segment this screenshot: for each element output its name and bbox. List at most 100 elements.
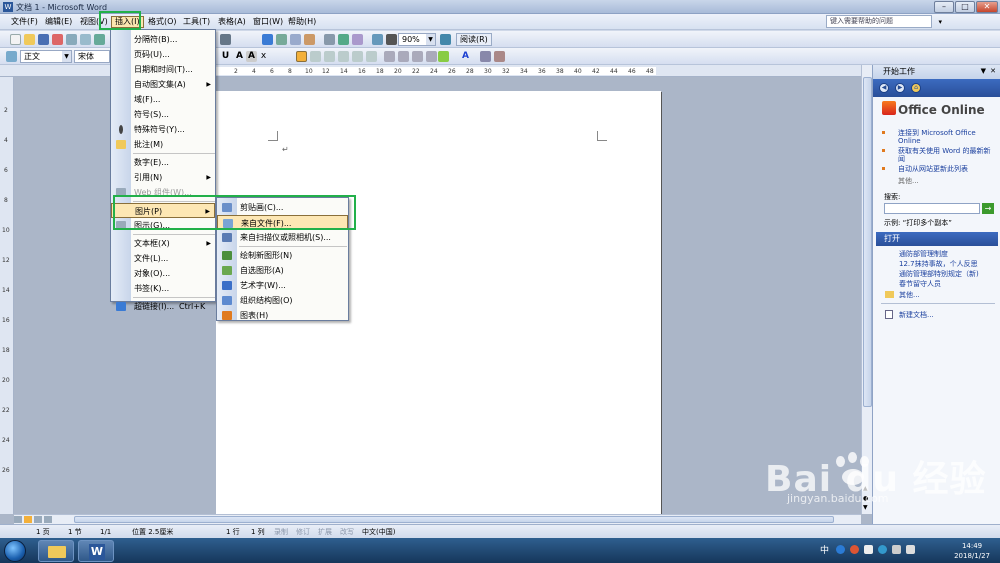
picture-menu-item[interactable]: 自选图形(A) — [217, 263, 348, 278]
tray-icon[interactable] — [864, 545, 873, 554]
picture-menu-item[interactable]: 艺术字(W)... — [217, 278, 348, 293]
tables-borders-icon[interactable] — [276, 34, 287, 45]
numbering-icon[interactable] — [384, 51, 395, 62]
hscroll-thumb[interactable] — [74, 516, 834, 523]
show-hide-icon[interactable] — [372, 34, 383, 45]
word-app-icon[interactable]: W — [3, 2, 13, 12]
search-go-icon[interactable]: → — [982, 203, 994, 214]
outline-view-icon[interactable] — [44, 516, 52, 523]
tray-icon[interactable] — [850, 545, 859, 554]
insert-menu-item[interactable]: 符号(S)... — [111, 107, 215, 122]
back-icon[interactable]: ◀ — [879, 83, 889, 93]
menu-edit[interactable]: 编辑(E) — [42, 16, 75, 28]
start-button[interactable] — [4, 540, 26, 562]
hyperlink-toolbar-icon[interactable] — [262, 34, 273, 45]
recent-file[interactable]: 春节留守人员 — [899, 280, 999, 288]
justify-icon[interactable] — [338, 51, 349, 62]
columns-icon[interactable] — [324, 34, 335, 45]
explorer-taskbar-icon[interactable] — [38, 540, 74, 562]
open-icon[interactable] — [24, 34, 35, 45]
insert-menu-item[interactable]: 文件(L)... — [111, 251, 215, 266]
picture-menu-item[interactable]: 绘制新图形(N) — [217, 248, 348, 263]
insert-menu-item[interactable]: 引用(N) ▶ — [111, 170, 215, 185]
picture-menu-item[interactable]: 来自扫描仪或照相机(S)... — [217, 230, 348, 245]
save-icon[interactable] — [38, 34, 49, 45]
vertical-ruler[interactable]: 2 4 6 8 10 12 14 16 18 20 22 24 26 — [0, 77, 14, 514]
menu-file[interactable]: 文件(F) — [8, 16, 41, 28]
help-icon[interactable] — [440, 34, 451, 45]
normal-view-icon[interactable] — [14, 516, 22, 523]
taskpane-search-input[interactable] — [884, 203, 980, 214]
status-trk[interactable]: 修订 — [296, 527, 310, 537]
ime-indicator[interactable]: 中 — [820, 543, 829, 556]
insert-menu-item[interactable]: 书签(K)... — [111, 281, 215, 296]
web-layout-icon[interactable] — [34, 516, 42, 523]
insert-menu-item[interactable]: 自动图文集(A) ▶ — [111, 77, 215, 92]
underline-icon[interactable]: U — [220, 51, 231, 62]
recent-file[interactable]: 通防部管理制度 — [899, 250, 999, 258]
font-color-icon[interactable]: A — [460, 51, 471, 62]
print-preview-icon[interactable] — [80, 34, 91, 45]
print-layout-icon[interactable] — [24, 516, 32, 523]
menu-format[interactable]: 格式(O) — [145, 16, 180, 28]
scroll-thumb[interactable] — [863, 77, 872, 407]
status-rec[interactable]: 录制 — [274, 527, 288, 537]
network-icon[interactable] — [892, 545, 901, 554]
char-scale-icon[interactable]: x — [258, 51, 269, 62]
volume-icon[interactable] — [906, 545, 915, 554]
drawing-icon[interactable] — [338, 34, 349, 45]
paragraph-mark-icon[interactable] — [386, 34, 397, 45]
enclose-char-icon[interactable] — [494, 51, 505, 62]
chevron-down-icon[interactable]: ▼ — [62, 51, 71, 62]
doc-map-icon[interactable] — [352, 34, 363, 45]
forward-icon[interactable]: ▶ — [895, 83, 905, 93]
line-spacing-icon[interactable] — [366, 51, 377, 62]
help-dropdown-icon[interactable]: ▾ — [938, 18, 942, 26]
styles-icon[interactable] — [6, 51, 17, 62]
new-doc-icon[interactable] — [10, 34, 21, 45]
menu-help[interactable]: 帮助(H) — [285, 16, 319, 28]
insert-table-icon[interactable] — [290, 34, 301, 45]
recent-file[interactable]: 通防管理部特别规定（新) — [899, 270, 999, 278]
recent-file[interactable]: 12.7抹持事故，个人反思 — [899, 260, 999, 268]
taskpane-close-icon[interactable]: ✕ — [990, 67, 996, 75]
char-shading-icon[interactable]: A — [246, 51, 257, 62]
chevron-down-icon[interactable]: ▼ — [426, 34, 435, 45]
maximize-button[interactable]: □ — [955, 1, 975, 13]
reading-mode-button[interactable]: 阅读(R) — [456, 33, 492, 46]
undo-icon[interactable] — [220, 34, 231, 45]
phonetic-guide-icon[interactable] — [480, 51, 491, 62]
close-button[interactable]: ✕ — [976, 1, 998, 13]
permission-icon[interactable] — [52, 34, 63, 45]
insert-menu-item[interactable]: 页码(U)... — [111, 47, 215, 62]
picture-menu-item[interactable]: 组织结构图(O) — [217, 293, 348, 308]
insert-menu-item[interactable]: 分隔符(B)... — [111, 32, 215, 47]
bullets-icon[interactable] — [398, 51, 409, 62]
help-search-input[interactable]: 键入需要帮助的问题 — [826, 15, 932, 28]
insert-menu-item[interactable]: 文本框(X) ▶ — [111, 236, 215, 251]
align-right-icon[interactable] — [324, 51, 335, 62]
home-icon[interactable]: ⌂ — [911, 83, 921, 93]
link-word-news[interactable]: 获取有关使用 Word 的最新新闻 — [898, 147, 994, 163]
taskbar-clock[interactable]: 14:49 2018/1/27 — [954, 541, 990, 561]
char-border-icon[interactable]: A — [234, 51, 245, 62]
align-left-icon[interactable] — [296, 51, 307, 62]
insert-menu-item[interactable]: 日期和时间(T)... — [111, 62, 215, 77]
highlight-color-icon[interactable] — [438, 51, 449, 62]
insert-excel-icon[interactable] — [304, 34, 315, 45]
menu-tools[interactable]: 工具(T) — [180, 16, 213, 28]
insert-menu-item[interactable]: 对象(O)... — [111, 266, 215, 281]
link-more[interactable]: 其他... — [898, 177, 919, 185]
zoom-combo[interactable]: 90% ▼ — [398, 33, 436, 46]
increase-indent-icon[interactable] — [426, 51, 437, 62]
minimize-button[interactable]: – — [934, 1, 954, 13]
next-page-icon[interactable]: ▼ — [863, 504, 868, 511]
vertical-scrollbar[interactable]: ▲ ● ▼ — [861, 65, 872, 514]
link-connect-office[interactable]: 连接到 Microsoft Office Online — [898, 129, 994, 145]
link-auto-update[interactable]: 自动从网站更新此列表 — [898, 165, 994, 173]
decrease-indent-icon[interactable] — [412, 51, 423, 62]
menu-table[interactable]: 表格(A) — [215, 16, 249, 28]
status-ovr[interactable]: 改写 — [340, 527, 354, 537]
tray-icon[interactable] — [836, 545, 845, 554]
spelling-icon[interactable] — [94, 34, 105, 45]
